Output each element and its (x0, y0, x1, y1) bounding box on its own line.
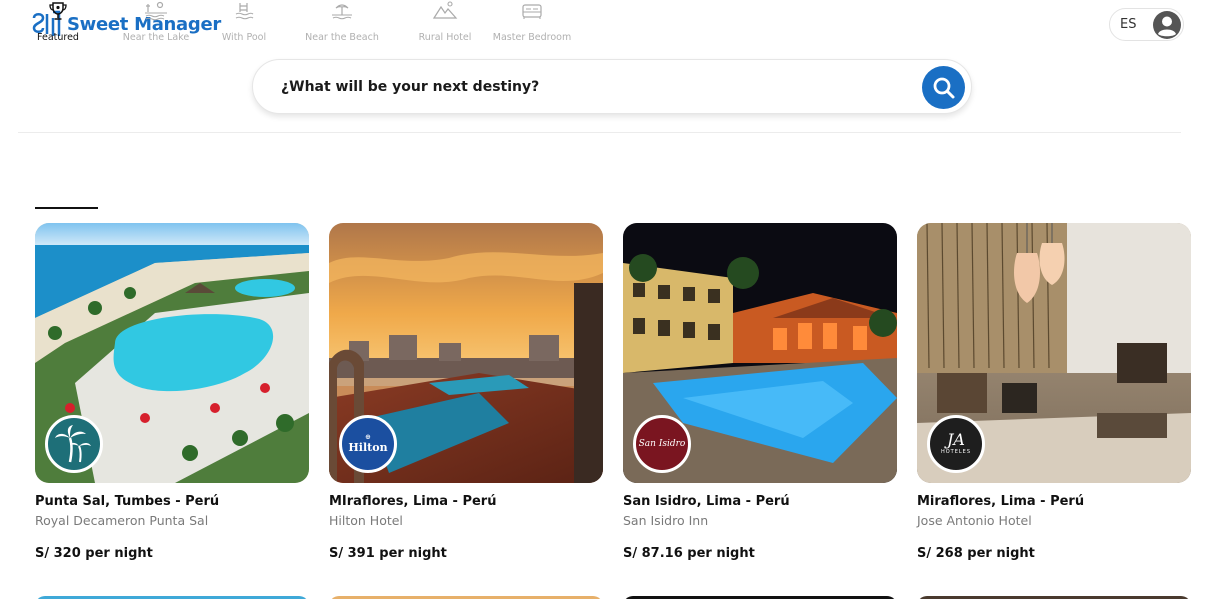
hotel-logo-badge (45, 415, 103, 473)
listing-price: S/ 320 per night (35, 546, 153, 561)
active-category-indicator (35, 207, 98, 209)
listing-photo[interactable]: San Isidro (623, 223, 897, 483)
hotel-logo-badge: San Isidro (633, 415, 691, 473)
trophy-icon (49, 2, 67, 20)
listing-hotel-name: Hilton Hotel (329, 513, 403, 528)
category-label: Master Bedroom (492, 32, 572, 43)
header-divider (18, 132, 1181, 133)
search-input[interactable] (281, 76, 881, 98)
jose-antonio-monogram-icon: JA (947, 430, 965, 449)
listing-location: Punta Sal, Tumbes - Perú (35, 494, 220, 509)
listing-location: Miraflores, Lima - Perú (917, 494, 1085, 509)
badge-text: Hilton (348, 441, 388, 454)
bed-icon (522, 4, 542, 19)
category-near-the-beach[interactable]: Near the Beach (303, 0, 381, 56)
language-toggle[interactable]: ES (1120, 17, 1144, 32)
mountain-icon (432, 1, 458, 19)
listing-location: San Isidro, Lima - Perú (623, 494, 790, 509)
category-label: Rural Hotel (418, 32, 472, 43)
category-rural-hotel[interactable]: Rural Hotel (416, 0, 474, 56)
listing-hotel-name: Jose Antonio Hotel (917, 513, 1032, 528)
pool-icon (235, 3, 254, 20)
hotel-logo-badge: ⊕ Hilton (339, 415, 397, 473)
category-featured[interactable]: Featured (36, 0, 80, 56)
category-label: Featured (37, 32, 79, 43)
search-button[interactable] (922, 66, 965, 109)
category-master-bedroom[interactable]: Master Bedroom (490, 0, 574, 56)
category-with-pool[interactable]: With Pool (218, 0, 270, 56)
account-menu[interactable]: ES (1109, 8, 1184, 41)
listing-photo[interactable]: JA HOTELES (917, 223, 1191, 483)
user-avatar-icon[interactable] (1152, 10, 1182, 40)
search-bar (252, 59, 972, 114)
category-label: With Pool (221, 32, 267, 43)
listing-card[interactable]: San Isidro San Isidro, Lima - Perú San I… (623, 223, 897, 561)
category-label: Near the Lake (122, 32, 190, 43)
listing-price: S/ 268 per night (917, 546, 1035, 561)
beach-icon (332, 4, 352, 20)
listing-price: S/ 391 per night (329, 546, 447, 561)
listing-card[interactable]: ⊕ Hilton MIraflores, Lima - Perú Hilton … (329, 223, 603, 561)
listing-price: S/ 87.16 per night (623, 546, 755, 561)
badge-text: San Isidro (638, 439, 686, 449)
palm-tree-icon (55, 425, 91, 463)
badge-text: HOTELES (940, 449, 972, 455)
listing-photo[interactable]: ⊕ Hilton (329, 223, 603, 483)
search-icon (933, 77, 954, 98)
category-near-the-lake[interactable]: Near the Lake (122, 0, 190, 56)
listing-hotel-name: Royal Decameron Punta Sal (35, 513, 209, 528)
category-label: Near the Beach (305, 32, 379, 43)
listing-hotel-name: San Isidro Inn (623, 513, 709, 528)
listing-location: MIraflores, Lima - Perú (329, 494, 497, 509)
hilton-mark-icon: ⊕ (365, 433, 371, 441)
lake-icon (145, 1, 167, 21)
hotel-logo-badge: JA HOTELES (927, 415, 985, 473)
listing-card[interactable]: JA HOTELES Miraflores, Lima - Perú Jose … (917, 223, 1191, 561)
listing-card[interactable]: Punta Sal, Tumbes - Perú Royal Decameron… (35, 223, 309, 561)
listing-photo[interactable] (35, 223, 309, 483)
